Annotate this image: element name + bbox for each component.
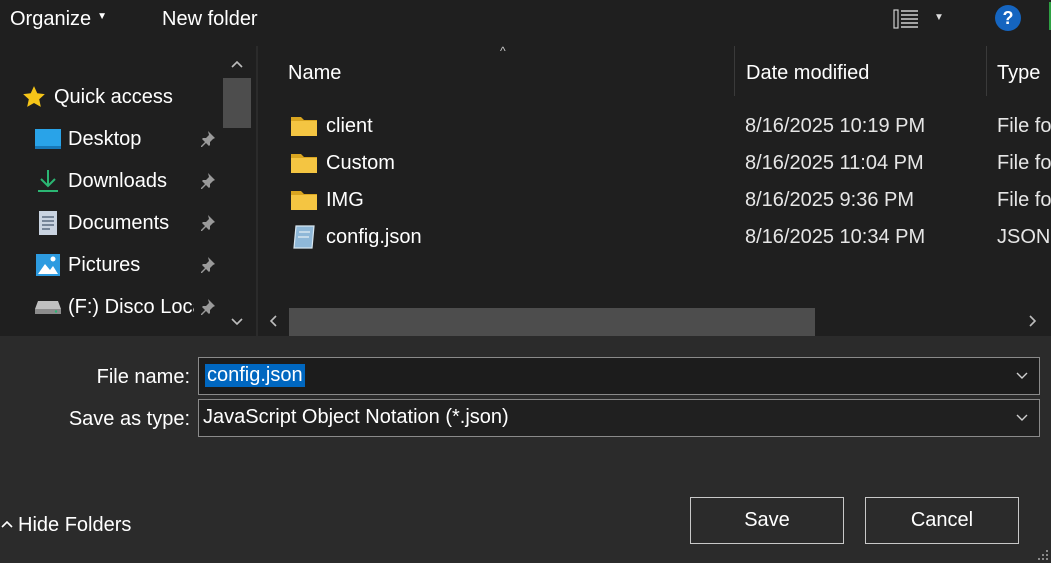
column-header-name[interactable]: Name	[288, 62, 341, 85]
file-name: config.json	[326, 226, 422, 248]
json-file-icon	[293, 225, 315, 249]
file-type: File fo	[997, 189, 1051, 211]
chevron-down-icon[interactable]	[229, 314, 245, 330]
hide-folders-button[interactable]: Hide Folders	[0, 514, 131, 537]
pin-icon	[201, 299, 215, 315]
details-view-icon[interactable]	[893, 7, 919, 31]
new-folder-button[interactable]: New folder	[162, 8, 258, 31]
pin-icon	[201, 215, 215, 231]
chevron-right-icon[interactable]	[1025, 313, 1041, 329]
organize-button[interactable]: Organize ▼	[10, 8, 107, 31]
file-row-img[interactable]: IMG 8/16/2025 9:36 PM File fo	[258, 182, 1051, 218]
file-type: File fo	[997, 115, 1051, 137]
file-row-config-json[interactable]: config.json 8/16/2025 10:34 PM JSON	[258, 219, 1051, 255]
sort-ascending-icon: ^	[500, 46, 506, 58]
caret-down-icon: ▼	[97, 11, 108, 23]
navigation-pane: Quick access Desktop Downloads Documents…	[0, 46, 256, 336]
folder-icon	[291, 154, 317, 173]
save-button[interactable]: Save	[690, 497, 844, 544]
star-icon	[20, 83, 48, 111]
list-horizontal-scrollbar[interactable]	[258, 306, 1051, 336]
nav-scroll-thumb[interactable]	[223, 78, 251, 128]
column-header-date-modified[interactable]: Date modified	[746, 62, 869, 85]
pin-icon	[201, 131, 215, 147]
file-name-input[interactable]: config.json	[205, 364, 305, 387]
file-name-label: File name:	[96, 366, 190, 388]
pin-icon	[201, 173, 215, 189]
view-options-caret-icon[interactable]: ▼	[934, 12, 944, 23]
nav-label: (F:) Disco Loca	[68, 295, 194, 318]
command-bar: Organize ▼ New folder ▼ ?	[0, 0, 1051, 46]
file-name: client	[326, 115, 373, 137]
chevron-up-icon[interactable]	[229, 56, 245, 72]
chevron-up-icon	[1, 520, 13, 528]
drive-icon	[34, 293, 62, 321]
folder-icon	[291, 117, 317, 136]
file-type: File fo	[997, 152, 1051, 174]
save-as-type-value: JavaScript Object Notation (*.json)	[203, 406, 509, 428]
chevron-down-icon[interactable]	[1015, 369, 1029, 383]
organize-label: Organize	[10, 8, 92, 30]
file-date: 8/16/2025 9:36 PM	[745, 189, 915, 211]
file-name: IMG	[326, 189, 364, 211]
file-name: Custom	[326, 152, 395, 174]
file-date: 8/16/2025 10:34 PM	[745, 226, 926, 248]
nav-item-desktop[interactable]: Desktop	[34, 121, 194, 157]
save-as-type-select[interactable]: JavaScript Object Notation (*.json)	[198, 399, 1040, 437]
file-date: 8/16/2025 10:19 PM	[745, 115, 926, 137]
file-type: JSON	[997, 226, 1051, 248]
documents-icon	[34, 209, 62, 237]
nav-item-pictures[interactable]: Pictures	[34, 247, 194, 283]
file-name-combobox[interactable]: config.json	[198, 357, 1040, 395]
column-separator[interactable]	[734, 46, 735, 96]
column-separator[interactable]	[986, 46, 987, 96]
nav-item-drive-f[interactable]: (F:) Disco Loca	[34, 289, 194, 325]
nav-item-documents[interactable]: Documents	[34, 205, 194, 241]
nav-item-quick-access[interactable]: Quick access	[20, 79, 173, 115]
nav-label: Quick access	[54, 85, 173, 108]
nav-item-downloads[interactable]: Downloads	[34, 163, 194, 199]
nav-label: Pictures	[68, 253, 141, 276]
file-row-custom[interactable]: Custom 8/16/2025 11:04 PM File fo	[258, 145, 1051, 181]
cancel-button[interactable]: Cancel	[865, 497, 1019, 544]
nav-label: Desktop	[68, 127, 142, 150]
help-icon[interactable]: ?	[995, 5, 1021, 31]
chevron-down-icon[interactable]	[1015, 411, 1029, 425]
folder-icon	[291, 191, 317, 210]
hide-folders-label: Hide Folders	[18, 514, 132, 536]
nav-label: Documents	[68, 211, 170, 234]
desktop-icon	[34, 125, 62, 153]
downloads-icon	[34, 167, 62, 195]
window-edge	[1047, 0, 1051, 46]
resize-grip-icon[interactable]	[1035, 547, 1049, 561]
pictures-icon	[34, 251, 62, 279]
save-as-type-label: Save as type:	[68, 408, 190, 430]
list-scroll-thumb[interactable]	[289, 308, 815, 336]
pin-icon	[201, 257, 215, 273]
chevron-left-icon[interactable]	[265, 313, 281, 329]
file-row-client[interactable]: client 8/16/2025 10:19 PM File fo	[258, 108, 1051, 144]
file-list: ^ Name Date modified Type client 8/16/20…	[258, 46, 1051, 336]
file-date: 8/16/2025 11:04 PM	[745, 152, 924, 174]
column-header-type[interactable]: Type	[997, 62, 1040, 85]
nav-vertical-scrollbar[interactable]	[222, 46, 252, 336]
nav-label: Downloads	[68, 169, 167, 192]
